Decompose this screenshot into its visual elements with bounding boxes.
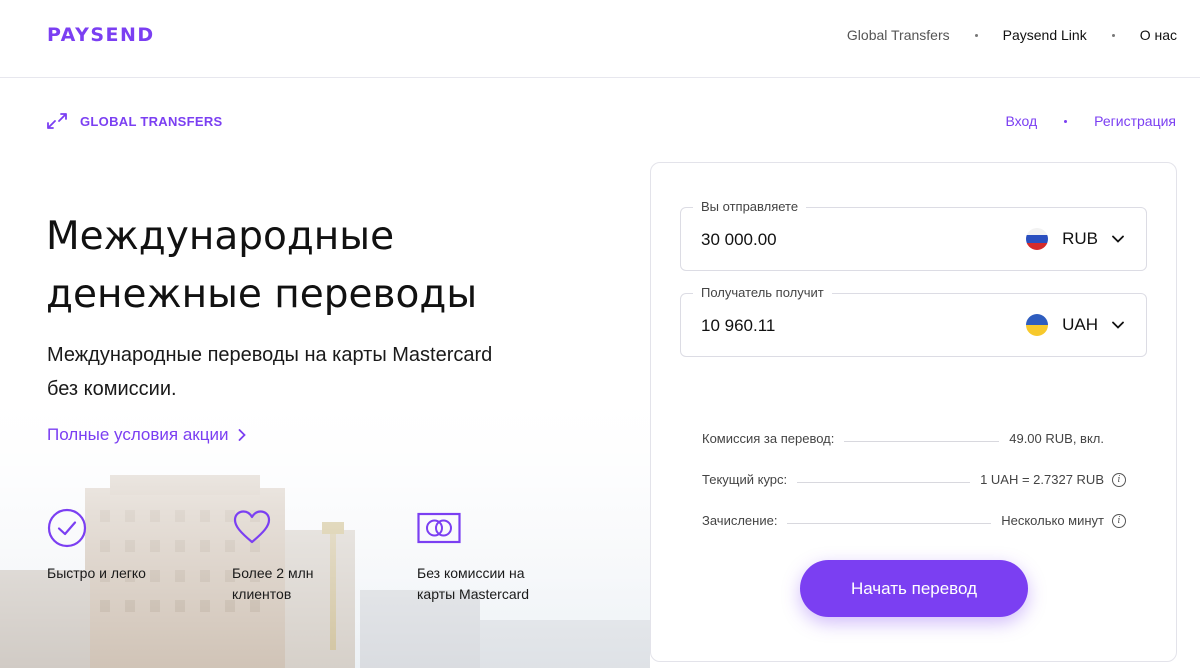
rate-value-wrap: 1 UAH = 2.7327 RUB i (980, 472, 1126, 487)
receive-currency-select[interactable]: UAH (1026, 314, 1124, 336)
delivery-row: Зачисление: Несколько минут i (702, 513, 1126, 528)
fee-row: Комиссия за перевод: 49.00 RUB, вкл. (702, 431, 1126, 446)
send-currency-select[interactable]: RUB (1026, 228, 1124, 250)
receive-amount-input[interactable] (701, 316, 951, 336)
check-circle-icon (47, 508, 87, 548)
feature-text: Без комиссии на карты Mastercard (417, 563, 602, 605)
ukraine-flag-icon (1026, 314, 1049, 336)
delivery-label: Зачисление: (702, 513, 778, 528)
receive-currency-code: UAH (1062, 315, 1098, 334)
register-link[interactable]: Регистрация (1094, 113, 1176, 129)
feature-clients: Более 2 млн клиентов (232, 508, 417, 605)
delivery-value-wrap: Несколько минут i (1001, 513, 1126, 528)
top-nav-links: Global Transfers Paysend Link О нас (847, 27, 1177, 43)
features-list: Быстро и легко Более 2 млн клиентов Без … (47, 508, 602, 605)
nav-link-global-transfers[interactable]: Global Transfers (847, 27, 950, 43)
page-title-line1: Международные (46, 214, 395, 259)
send-amount-field: Вы отправляете RUB (680, 199, 1147, 271)
section-header: GLOBAL TRANSFERS (46, 112, 223, 130)
dotted-leader (797, 482, 971, 483)
nav-separator (974, 33, 978, 37)
feature-text-line1: Более 2 млн (232, 565, 314, 581)
auth-links: Вход Регистрация (1005, 113, 1176, 129)
paysend-logo[interactable]: PAYSEND (47, 24, 155, 46)
page-title: Международные денежные переводы (46, 208, 606, 324)
chevron-down-icon (1112, 235, 1124, 243)
nav-link-about[interactable]: О нас (1140, 27, 1177, 43)
fee-value-wrap: 49.00 RUB, вкл. (1009, 431, 1126, 446)
feature-no-fee: Без комиссии на карты Mastercard (417, 508, 602, 605)
rate-row: Текущий курс: 1 UAH = 2.7327 RUB i (702, 472, 1126, 487)
info-icon[interactable]: i (1112, 513, 1126, 528)
feature-text: Быстро и легко (47, 563, 232, 584)
russia-flag-icon (1026, 228, 1049, 250)
send-amount-label: Вы отправляете (693, 199, 807, 214)
feature-text-line2: клиентов (232, 586, 292, 602)
chevron-down-icon (1112, 321, 1124, 329)
feature-text-line1: Без комиссии на (417, 565, 525, 581)
send-amount-input[interactable] (701, 230, 951, 250)
diagonal-arrows-icon (47, 113, 67, 129)
rate-value: 1 UAH = 2.7327 RUB (980, 472, 1104, 487)
dotted-leader (844, 441, 1000, 442)
info-icon[interactable]: i (1112, 472, 1126, 487)
promo-terms-link[interactable]: Полные условия акции (47, 425, 247, 445)
receive-amount-field: Получатель получит UAH (680, 285, 1147, 357)
login-link[interactable]: Вход (1005, 113, 1037, 129)
delivery-value: Несколько минут (1001, 513, 1104, 528)
page-subtitle: Международные переводы на карты Masterca… (47, 344, 493, 400)
fee-value: 49.00 RUB, вкл. (1009, 431, 1104, 446)
feature-text-line2: карты Mastercard (417, 586, 530, 602)
promo-terms-label: Полные условия акции (47, 425, 229, 444)
chevron-right-icon (239, 429, 247, 441)
nav-separator (1111, 33, 1115, 37)
nav-link-paysend-link[interactable]: Paysend Link (1003, 27, 1087, 43)
dotted-leader (787, 523, 992, 524)
feature-text: Более 2 млн клиентов (232, 563, 417, 605)
send-currency-code: RUB (1062, 229, 1098, 248)
start-transfer-button[interactable]: Начать перевод (800, 560, 1028, 617)
top-navigation: PAYSEND Global Transfers Paysend Link О … (0, 0, 1200, 78)
receive-amount-label: Получатель получит (693, 285, 832, 300)
rate-label: Текущий курс: (702, 472, 788, 487)
section-title: GLOBAL TRANSFERS (80, 113, 223, 129)
feature-fast: Быстро и легко (47, 508, 232, 605)
transfer-calculator: Вы отправляете RUB Получатель получит UA… (650, 162, 1177, 662)
feature-text-line1: Быстро и легко (47, 565, 146, 581)
fee-label: Комиссия за перевод: (702, 431, 835, 446)
heart-icon (233, 510, 271, 544)
auth-separator (1064, 119, 1068, 123)
mastercard-icon (417, 512, 461, 544)
page-title-line2: денежные переводы (46, 272, 478, 317)
